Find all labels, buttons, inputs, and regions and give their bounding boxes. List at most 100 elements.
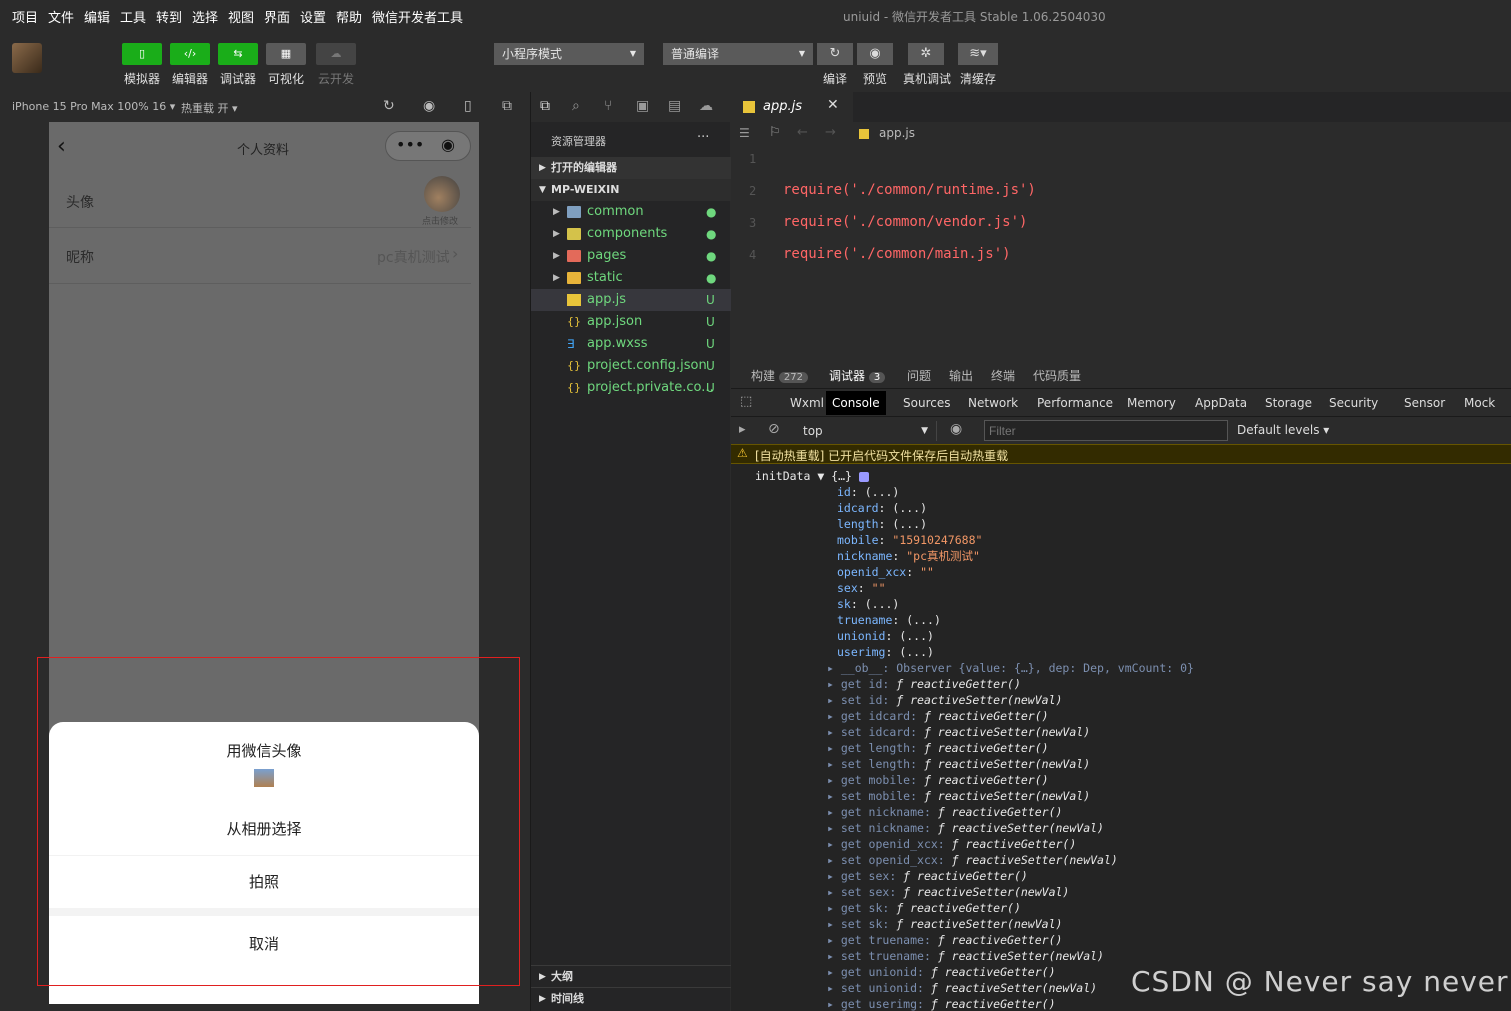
observer-row[interactable]: ▸ __ob__: Observer {value: {…}, dep: Dep… (827, 660, 1194, 676)
tab-output[interactable]: 输出 (949, 367, 973, 384)
panel-mock[interactable]: Mock (1458, 391, 1501, 415)
object-property[interactable]: userimg: (...) (837, 644, 934, 660)
forward-icon[interactable]: → (825, 125, 836, 140)
accessor-row[interactable]: ▸ get idcard: ƒ reactiveGetter() (827, 708, 1049, 724)
clear-console-icon[interactable]: ⊘ (768, 421, 780, 437)
accessor-row[interactable]: ▸ get length: ƒ reactiveGetter() (827, 740, 1049, 756)
accessor-row[interactable]: ▸ set mobile: ƒ reactiveSetter(newVal) (827, 788, 1090, 804)
phone-frame-icon[interactable]: ▯ (464, 98, 472, 114)
accessor-row[interactable]: ▸ get nickname: ƒ reactiveGetter() (827, 804, 1062, 820)
menu-goto[interactable]: 转到 (156, 7, 182, 26)
bookmark-icon[interactable]: ⚐ (769, 125, 781, 140)
tree-item-components[interactable]: ▶ components ● (531, 223, 731, 245)
record-icon[interactable]: ◉ (423, 98, 435, 114)
object-property[interactable]: length: (...) (837, 516, 927, 532)
search-icon[interactable]: ⌕ (572, 98, 580, 114)
tree-item-app-wxss[interactable]: ∃ app.wxss U (531, 333, 731, 355)
open-editors-section[interactable]: ▶ 打开的编辑器 (531, 157, 731, 179)
object-property[interactable]: sk: (...) (837, 596, 899, 612)
avatar[interactable] (424, 176, 460, 212)
accessor-row[interactable]: ▸ set length: ƒ reactiveSetter(newVal) (827, 756, 1090, 772)
eye-icon[interactable]: ◉ (950, 421, 962, 437)
tab-problems[interactable]: 问题 (907, 367, 931, 384)
tree-item-common[interactable]: ▶ common ● (531, 201, 731, 223)
device-select[interactable]: iPhone 15 Pro Max 100% 16 ▾ (12, 100, 175, 113)
tree-item-static[interactable]: ▶ static ● (531, 267, 731, 289)
code-line[interactable]: require('./common/main.js') (783, 246, 1011, 262)
files-icon[interactable]: ⧉ (540, 98, 550, 114)
compile-mode-select[interactable]: 普通编译 ▼ (663, 43, 813, 65)
nickname-row[interactable]: 昵称 pc真机测试 › (49, 228, 471, 284)
visual-button[interactable]: ▦ (266, 43, 306, 65)
docker-icon[interactable]: ☁ (699, 98, 713, 114)
close-icon[interactable]: ✕ (827, 97, 839, 113)
menu-tools[interactable]: 工具 (120, 7, 146, 26)
menu-help[interactable]: 帮助 (336, 7, 362, 26)
accessor-row[interactable]: ▸ set sex: ƒ reactiveSetter(newVal) (827, 884, 1069, 900)
sidebar-toggle-icon[interactable]: ▸ (739, 422, 746, 437)
accessor-row[interactable]: ▸ set idcard: ƒ reactiveSetter(newVal) (827, 724, 1090, 740)
hot-reload-toggle[interactable]: 热重载 开 ▾ (181, 100, 238, 116)
inspect-element-icon[interactable]: ⬚ (740, 394, 752, 409)
object-property[interactable]: openid_xcx: "" (837, 564, 934, 580)
accessor-row[interactable]: ▸ set truename: ƒ reactiveSetter(newVal) (827, 948, 1104, 964)
tab-build[interactable]: 构建 272 (751, 367, 808, 384)
back-arrow-icon[interactable]: ‹ (57, 134, 66, 159)
menu-select[interactable]: 选择 (192, 7, 218, 26)
panel-performance[interactable]: Performance (1031, 391, 1119, 415)
panel-appdata[interactable]: AppData (1189, 391, 1253, 415)
panel-security[interactable]: Security (1323, 391, 1384, 415)
compile-button[interactable]: ↻ (817, 43, 853, 65)
menu-wechat-devtools[interactable]: 微信开发者工具 (372, 7, 463, 26)
menu-settings[interactable]: 设置 (300, 7, 326, 26)
object-property[interactable]: truename: (...) (837, 612, 941, 628)
real-debug-button[interactable]: ✲ (908, 43, 944, 65)
panel-sensor[interactable]: Sensor (1398, 391, 1451, 415)
editor-button[interactable]: ‹/› (170, 43, 210, 65)
accessor-row[interactable]: ▸ set unionid: ƒ reactiveSetter(newVal) (827, 980, 1097, 996)
log-levels-select[interactable]: Default levels ▾ (1237, 423, 1329, 437)
source-control-icon[interactable]: ⑂ (604, 98, 612, 114)
more-icon[interactable]: ••• (396, 135, 424, 154)
tab-debugger[interactable]: 调试器 3 (829, 367, 886, 384)
panel-wxml[interactable]: Wxml (784, 391, 830, 415)
user-avatar[interactable] (12, 43, 42, 73)
console-log-entry[interactable]: initData ▼ {…} (755, 468, 869, 484)
accessor-row[interactable]: ▸ get mobile: ƒ reactiveGetter() (827, 772, 1049, 788)
more-actions-icon[interactable]: ··· (697, 130, 709, 145)
object-property[interactable]: mobile: "15910247688" (837, 532, 982, 548)
extensions-icon[interactable]: ▣ (636, 98, 649, 114)
tab-terminal[interactable]: 终端 (991, 367, 1015, 384)
accessor-row[interactable]: ▸ set id: ƒ reactiveSetter(newVal) (827, 692, 1062, 708)
panel-console[interactable]: Console (826, 391, 886, 415)
accessor-row[interactable]: ▸ set openid_xcx: ƒ reactiveSetter(newVa… (827, 852, 1118, 868)
accessor-row[interactable]: ▸ set nickname: ƒ reactiveSetter(newVal) (827, 820, 1104, 836)
code-line[interactable]: require('./common/vendor.js') (783, 214, 1027, 230)
accessor-row[interactable]: ▸ set sk: ƒ reactiveSetter(newVal) (827, 916, 1062, 932)
panel-memory[interactable]: Memory (1121, 391, 1182, 415)
accessor-row[interactable]: ▸ get truename: ƒ reactiveGetter() (827, 932, 1062, 948)
tree-item-pages[interactable]: ▶ pages ● (531, 245, 731, 267)
clear-cache-button[interactable]: ≋▾ (958, 43, 998, 65)
object-property[interactable]: id: (...) (837, 484, 899, 500)
object-property[interactable]: unionid: (...) (837, 628, 934, 644)
accessor-row[interactable]: ▸ get sk: ƒ reactiveGetter() (827, 900, 1021, 916)
avatar-row[interactable]: 头像 点击修改 (49, 172, 471, 228)
editor-tab-app-js[interactable]: app.js ✕ (731, 92, 853, 122)
detach-window-icon[interactable]: ⧉ (502, 98, 512, 114)
tree-item-app-json[interactable]: {} app.json U (531, 311, 731, 333)
preview-button[interactable]: ◉ (857, 43, 893, 65)
panel-network[interactable]: Network (962, 391, 1024, 415)
menu-project[interactable]: 项目 (12, 7, 38, 26)
storage-icon[interactable]: ▤ (668, 98, 681, 114)
menu-file[interactable]: 文件 (48, 7, 74, 26)
debugger-button[interactable]: ⇆ (218, 43, 258, 65)
list-icon[interactable]: ☰ (739, 126, 750, 140)
tree-item-project-private[interactable]: {} project.private.co... U (531, 377, 731, 399)
code-line[interactable]: require('./common/runtime.js') (783, 182, 1036, 198)
panel-storage[interactable]: Storage (1259, 391, 1318, 415)
project-root-section[interactable]: ▼ MP-WEIXIN (531, 179, 731, 201)
menu-edit[interactable]: 编辑 (84, 7, 110, 26)
tree-item-project-config[interactable]: {} project.config.json U (531, 355, 731, 377)
menu-ui[interactable]: 界面 (264, 7, 290, 26)
